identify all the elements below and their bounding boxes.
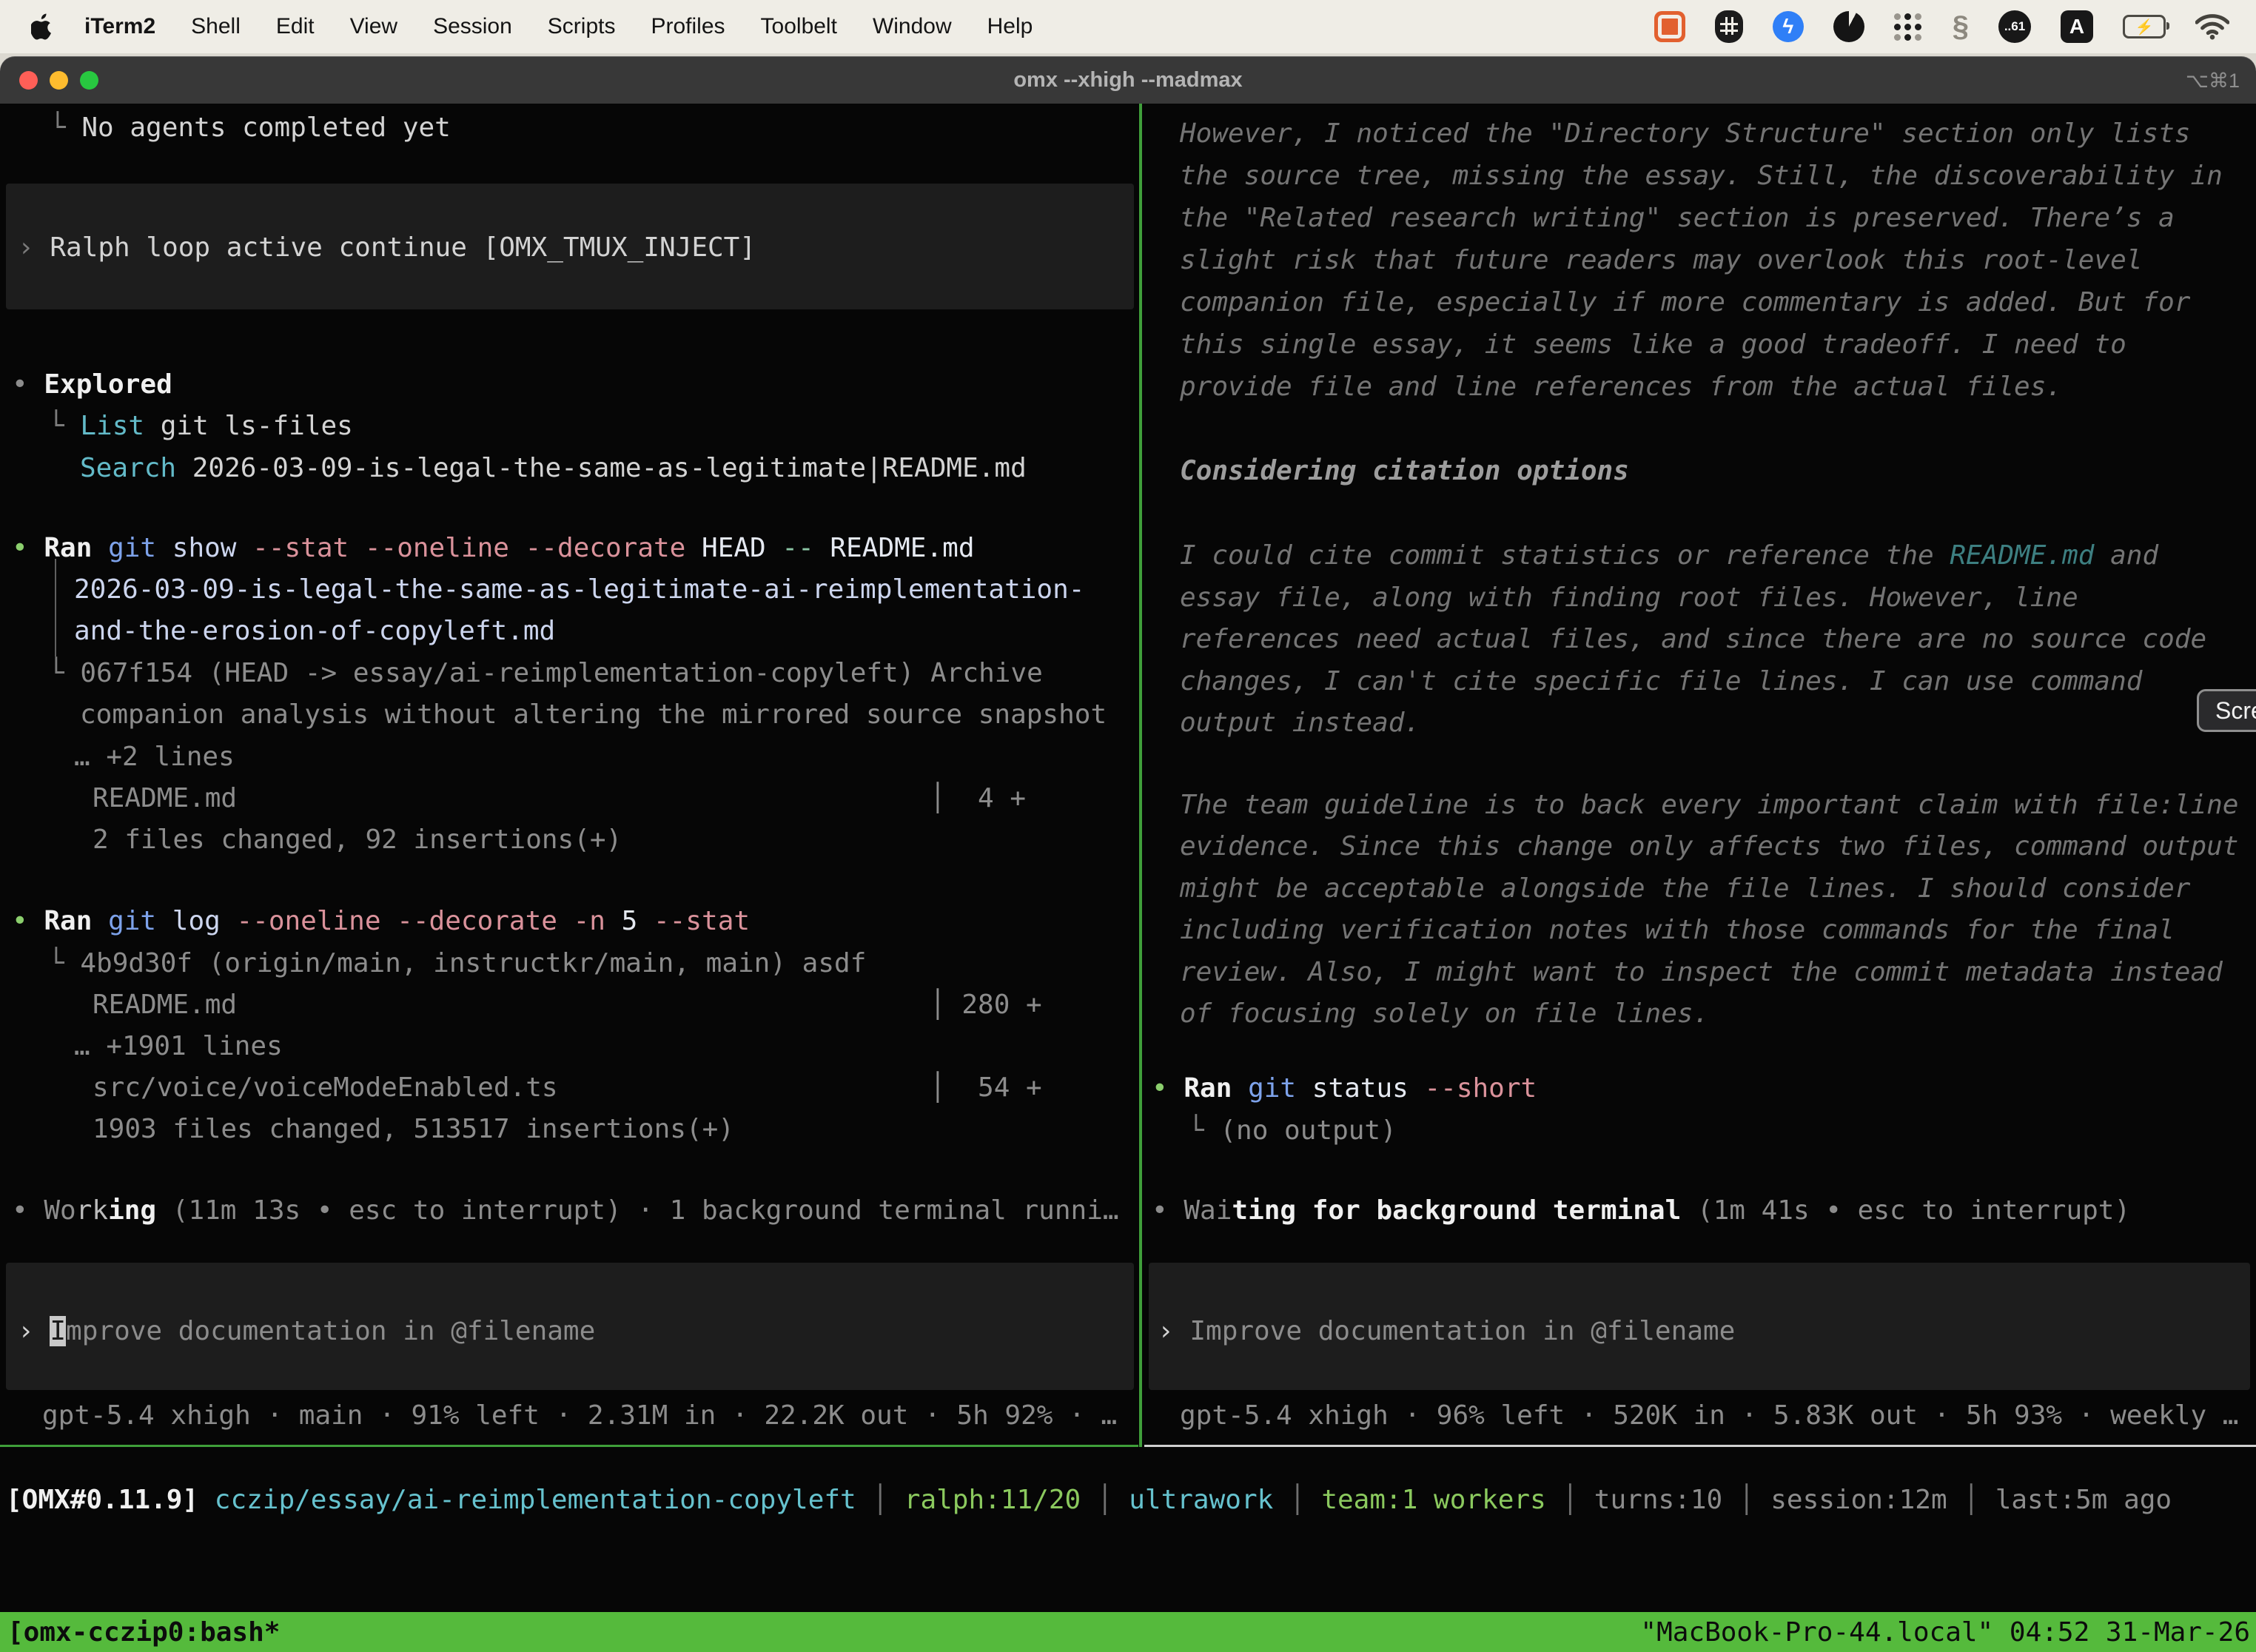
terminal-line: README.md: [93, 988, 237, 1022]
tmux-status-bar: [omx-cczip0:bash* "MacBook-Pro-44.local"…: [0, 1612, 2256, 1652]
keyboard-shield-icon[interactable]: [1715, 10, 1743, 43]
prompt-input-left[interactable]: › Improve documentation in @filename: [18, 1314, 595, 1349]
tmux-session-label: [omx-cczip0:bash*: [0, 1617, 280, 1648]
terminal-line: │ 4 +: [930, 782, 1026, 816]
terminal-line: The team guideline is to back every impo…: [1180, 788, 2238, 822]
terminal-line: └ No agents completed yet: [50, 111, 451, 145]
terminal-line: changes, I can't cite specific file line…: [1180, 665, 2142, 699]
terminal-line: this single essay, it seems like a good …: [1180, 328, 2126, 362]
pane-bottom-border-inactive: [1144, 1445, 2256, 1447]
menu-item-iterm2[interactable]: iTerm2: [67, 14, 173, 39]
wifi-icon[interactable]: [2195, 13, 2229, 40]
terminal-line: … +2 lines: [74, 740, 235, 774]
screenshot-app-icon[interactable]: [1654, 11, 1685, 42]
window-shortcut-badge: ⌥⌘1: [2186, 70, 2240, 93]
terminal-line: provide file and line references from th…: [1180, 370, 2062, 404]
terminal-line: I could cite commit statistics or refere…: [1180, 539, 2158, 573]
menu-item-profiles[interactable]: Profiles: [633, 14, 742, 39]
menu-status-icons: ϟ § ..61 A ⚡: [1654, 10, 2256, 44]
terminal-line: of focusing solely on file lines.: [1180, 997, 1709, 1031]
window-title: omx --xhigh --madmax: [0, 68, 2256, 93]
tmux-host-clock: "MacBook-Pro-44.local" 04:52 31-Mar-26: [1640, 1617, 2256, 1648]
terminal-line: references need actual files, and since …: [1180, 622, 2206, 657]
terminal-line: └ (no output): [1188, 1114, 1397, 1148]
omx-status-line: [OMX#0.11.9] cczip/essay/ai-reimplementa…: [6, 1485, 2172, 1515]
battery-icon[interactable]: ⚡: [2123, 15, 2166, 38]
terminal-line: output instead.: [1180, 706, 1420, 740]
bolt-badge-icon[interactable]: ϟ: [1773, 11, 1804, 42]
terminal-line: companion file, especially if more comme…: [1180, 286, 2190, 320]
terminal-line: 2026-03-09-is-legal-the-same-as-legitima…: [74, 573, 1084, 607]
terminal-line: and-the-erosion-of-copyleft.md: [74, 614, 555, 648]
tmux-pane-left[interactable]: └ No agents completed yet › Ralph loop ac…: [0, 104, 1138, 1445]
terminal-line: │ 54 +: [930, 1071, 1042, 1105]
terminal-line: evidence. Since this change only affects…: [1180, 830, 2238, 864]
apple-menu-icon[interactable]: [31, 13, 53, 40]
tmux-pane-right[interactable]: However, I noticed the "Directory Struct…: [1144, 104, 2256, 1445]
menu-item-edit[interactable]: Edit: [258, 14, 332, 39]
pane-divider[interactable]: [1139, 104, 1142, 1447]
terminal-line: • Ran git show --stat --oneline --decora…: [12, 531, 975, 565]
character-app-icon[interactable]: A: [2061, 10, 2093, 43]
terminal-line: … +1901 lines: [74, 1030, 283, 1064]
pie-menu-icon[interactable]: [1833, 11, 1864, 42]
terminal-line: src/voice/voiceModeEnabled.ts: [93, 1071, 558, 1105]
terminal-line: the "Related research writing" section i…: [1180, 201, 2175, 235]
menu-item-session[interactable]: Session: [415, 14, 530, 39]
terminal-line: └ List git ls-files: [48, 409, 353, 443]
menu-bar: iTerm2ShellEditViewSessionScriptsProfile…: [0, 0, 2256, 53]
tree-guide-line: [55, 559, 56, 657]
pane-bottom-border-active: [0, 1445, 1138, 1447]
menu-item-help[interactable]: Help: [970, 14, 1051, 39]
menu-item-view[interactable]: View: [332, 14, 415, 39]
terminal-line: However, I noticed the "Directory Struct…: [1180, 117, 2190, 151]
menu-item-shell[interactable]: Shell: [173, 14, 258, 39]
window-title-bar[interactable]: omx --xhigh --madmax ⌥⌘1: [0, 56, 2256, 104]
terminal-line: • Ran git log --oneline --decorate -n 5 …: [12, 904, 750, 939]
model-status-left: gpt-5.4 xhigh · main · 91% left · 2.31M …: [42, 1399, 1117, 1433]
terminal-line: › Ralph loop active continue [OMX_TMUX_I…: [18, 231, 756, 265]
terminal-line: the source tree, missing the essay. Stil…: [1180, 159, 2223, 193]
terminal-line: companion analysis without altering the …: [80, 698, 1107, 732]
hook-icon[interactable]: §: [1953, 10, 1969, 44]
terminal-line: might be acceptable alongside the file l…: [1180, 872, 2190, 906]
menu-item-scripts[interactable]: Scripts: [530, 14, 634, 39]
terminal-area[interactable]: └ No agents completed yet › Ralph loop ac…: [0, 104, 2256, 1612]
dots-grid-icon[interactable]: [1894, 13, 1923, 41]
terminal-line: Considering citation options: [1180, 454, 1629, 488]
terminal-line: │ 280 +: [930, 988, 1042, 1022]
menu-item-window[interactable]: Window: [855, 14, 970, 39]
waiting-status: • Waiting for background terminal (1m 41…: [1152, 1194, 2130, 1228]
terminal-line: • Ran git status --short: [1152, 1072, 1537, 1106]
terminal-line: review. Also, I might want to inspect th…: [1180, 956, 2223, 990]
menu-items: iTerm2ShellEditViewSessionScriptsProfile…: [67, 14, 1050, 39]
terminal-line: slight risk that future readers may over…: [1180, 244, 2142, 278]
terminal-line: essay file, along with finding root file…: [1180, 581, 2078, 615]
working-status: • Working (11m 13s • esc to interrupt) ·…: [12, 1194, 1119, 1228]
terminal-line: └ 067f154 (HEAD -> essay/ai-reimplementa…: [48, 657, 1043, 691]
screen-tooltip-label: Scre: [2215, 697, 2256, 725]
terminal-line: Search 2026-03-09-is-legal-the-same-as-l…: [80, 451, 1027, 486]
screen-tooltip: Scre: [2197, 689, 2256, 732]
terminal-line: including verification notes with those …: [1180, 913, 2175, 947]
terminal-line: 2 files changed, 92 insertions(+): [93, 823, 622, 857]
terminal-line: • Explored: [12, 368, 172, 402]
prompt-input-right[interactable]: › Improve documentation in @filename: [1158, 1314, 1735, 1349]
terminal-line: README.md: [93, 782, 237, 816]
menu-item-toolbelt[interactable]: Toolbelt: [743, 14, 855, 39]
terminal-line: 1903 files changed, 513517 insertions(+): [93, 1112, 734, 1146]
terminal-line: └ 4b9d30f (origin/main, instructkr/main,…: [48, 947, 866, 981]
percent-badge-icon[interactable]: ..61: [1998, 10, 2031, 43]
model-status-right: gpt-5.4 xhigh · 96% left · 520K in · 5.8…: [1180, 1399, 2238, 1433]
